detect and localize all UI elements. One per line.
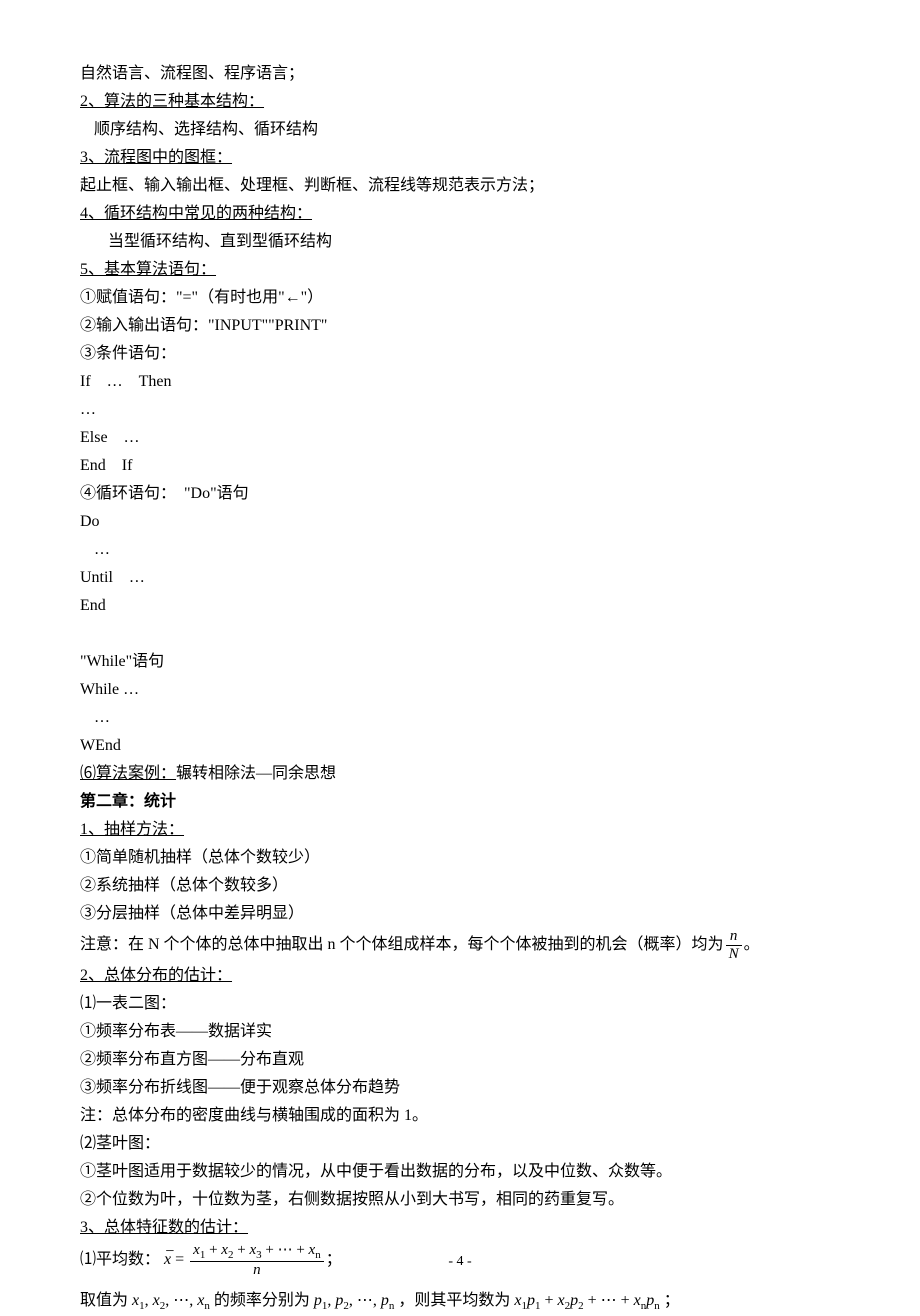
chapter-heading: 第二章：统计 — [80, 788, 840, 816]
inline-text: ； — [664, 1292, 680, 1309]
text-line: 顺序结构、选择结构、循环结构 — [80, 116, 840, 144]
text-line: ①赋值语句："="（有时也用"←"） — [80, 284, 840, 312]
fraction: n N — [726, 928, 742, 962]
text-line: ①简单随机抽样（总体个数较少） — [80, 844, 840, 872]
text-line: ②输入输出语句："INPUT""PRINT" — [80, 312, 840, 340]
code-line: … — [80, 536, 840, 564]
math-inline: p1, p2, ⋯, pn — [314, 1292, 399, 1309]
text-line: ①茎叶图适用于数据较少的情况，从中便于看出数据的分布，以及中位数、众数等。 — [80, 1158, 840, 1186]
text-line: 注：总体分布的密度曲线与横轴围成的面积为 1。 — [80, 1102, 840, 1130]
inline-text: 取值为 — [80, 1292, 128, 1309]
heading-line: 2、算法的三种基本结构： — [80, 88, 840, 116]
inline-text: 辗转相除法—同余思想 — [176, 765, 336, 782]
heading-line: 3、流程图中的图框： — [80, 144, 840, 172]
math-inline: x1p1 + x2p2 + ⋯ + xnpn — [514, 1292, 663, 1309]
page-number: - 4 - — [0, 1250, 920, 1275]
heading-line: 2、总体分布的估计： — [80, 962, 840, 990]
formula-line: 注意：在 N 个个体的总体中抽取出 n 个个体组成样本，每个个体被抽到的机会（概… — [80, 928, 840, 962]
heading-line: 4、循环结构中常见的两种结构： — [80, 200, 840, 228]
fraction-numerator: n — [726, 928, 742, 946]
text-line: ⑵茎叶图： — [80, 1130, 840, 1158]
code-line: … — [80, 704, 840, 732]
text-line: ⑴一表二图： — [80, 990, 840, 1018]
code-line: If … Then — [80, 368, 840, 396]
code-line: End If — [80, 452, 840, 480]
inline-text: 的频率分别为 — [214, 1292, 310, 1309]
fraction-denominator: N — [726, 946, 742, 963]
inline-text: 注意：在 N 个个体的总体中抽取出 n 个个体组成样本，每个个体被抽到的机会（概… — [80, 931, 724, 959]
code-line: WEnd — [80, 732, 840, 760]
text-line: 当型循环结构、直到型循环结构 — [80, 228, 840, 256]
code-line: Else … — [80, 424, 840, 452]
text-line: "While"语句 — [80, 648, 840, 676]
text-line: ④循环语句： "Do"语句 — [80, 480, 840, 508]
text-line: ⑹算法案例：辗转相除法—同余思想 — [80, 760, 840, 788]
text-line: ③分层抽样（总体中差异明显） — [80, 900, 840, 928]
text-line: 自然语言、流程图、程序语言； — [80, 60, 840, 88]
code-line: End — [80, 592, 840, 620]
heading-line: 5、基本算法语句： — [80, 256, 840, 284]
heading-line: 1、抽样方法： — [80, 816, 840, 844]
code-line: Until … — [80, 564, 840, 592]
heading-line: 3、总体特征数的估计： — [80, 1214, 840, 1242]
blank-line — [80, 620, 840, 648]
text-line: ③频率分布折线图——便于观察总体分布趋势 — [80, 1074, 840, 1102]
formula-line: 取值为 x1, x2, ⋯, xn 的频率分别为 p1, p2, ⋯, pn ，… — [80, 1287, 840, 1316]
document-body: 自然语言、流程图、程序语言； 2、算法的三种基本结构： 顺序结构、选择结构、循环… — [80, 60, 840, 1316]
inline-text: 。 — [744, 931, 760, 959]
text-line: ②个位数为叶，十位数为茎，右侧数据按照从小到大书写，相同的药重复写。 — [80, 1186, 840, 1214]
text-line: ②系统抽样（总体个数较多） — [80, 872, 840, 900]
text-line: 起止框、输入输出框、处理框、判断框、流程线等规范表示方法； — [80, 172, 840, 200]
text-line: ①频率分布表——数据详实 — [80, 1018, 840, 1046]
inline-text: ，则其平均数为 — [398, 1292, 510, 1309]
code-line: … — [80, 396, 840, 424]
text-line: ③条件语句： — [80, 340, 840, 368]
inline-underline: ⑹算法案例： — [80, 765, 176, 782]
math-inline: x1, x2, ⋯, xn — [132, 1292, 214, 1309]
code-line: While … — [80, 676, 840, 704]
code-line: Do — [80, 508, 840, 536]
text-line: ②频率分布直方图——分布直观 — [80, 1046, 840, 1074]
